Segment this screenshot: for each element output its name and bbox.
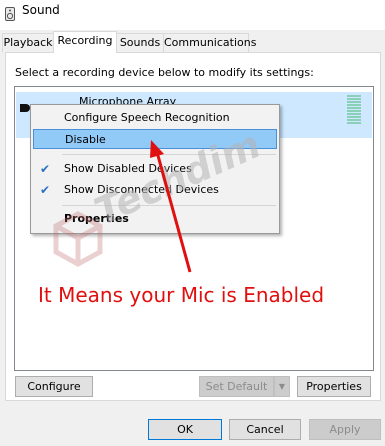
apply-button: Apply [309,419,381,440]
checkmark-icon: ✔ [40,162,51,176]
annotation-text: It Means your Mic is Enabled [38,283,325,307]
menu-item-label: Disable [65,133,106,146]
dialog-button-bar: OK Cancel Apply [0,408,385,446]
ok-button[interactable]: OK [148,419,222,440]
cancel-button[interactable]: Cancel [229,419,301,440]
instruction-text: Select a recording device below to modif… [15,66,314,79]
properties-button[interactable]: Properties [297,376,371,397]
tab-communications[interactable]: Communications [163,33,256,52]
tab-playback[interactable]: Playback [2,33,54,52]
microphone-icon [20,104,30,112]
speaker-icon [5,7,15,21]
tab-bar: Playback Recording Sounds Communications [0,31,385,53]
configure-button[interactable]: Configure [15,376,93,397]
window-title: Sound [22,3,60,17]
tab-sounds[interactable]: Sounds [116,33,164,52]
tab-recording[interactable]: Recording [53,31,117,53]
watermark: Techdim [48,122,268,278]
title-bar: Sound [0,0,385,30]
set-default-dropdown-arrow: ▼ [274,376,290,397]
level-meter [347,95,361,135]
menu-item-label: Configure Speech Recognition [64,111,230,124]
set-default-button: Set Default [199,376,274,397]
